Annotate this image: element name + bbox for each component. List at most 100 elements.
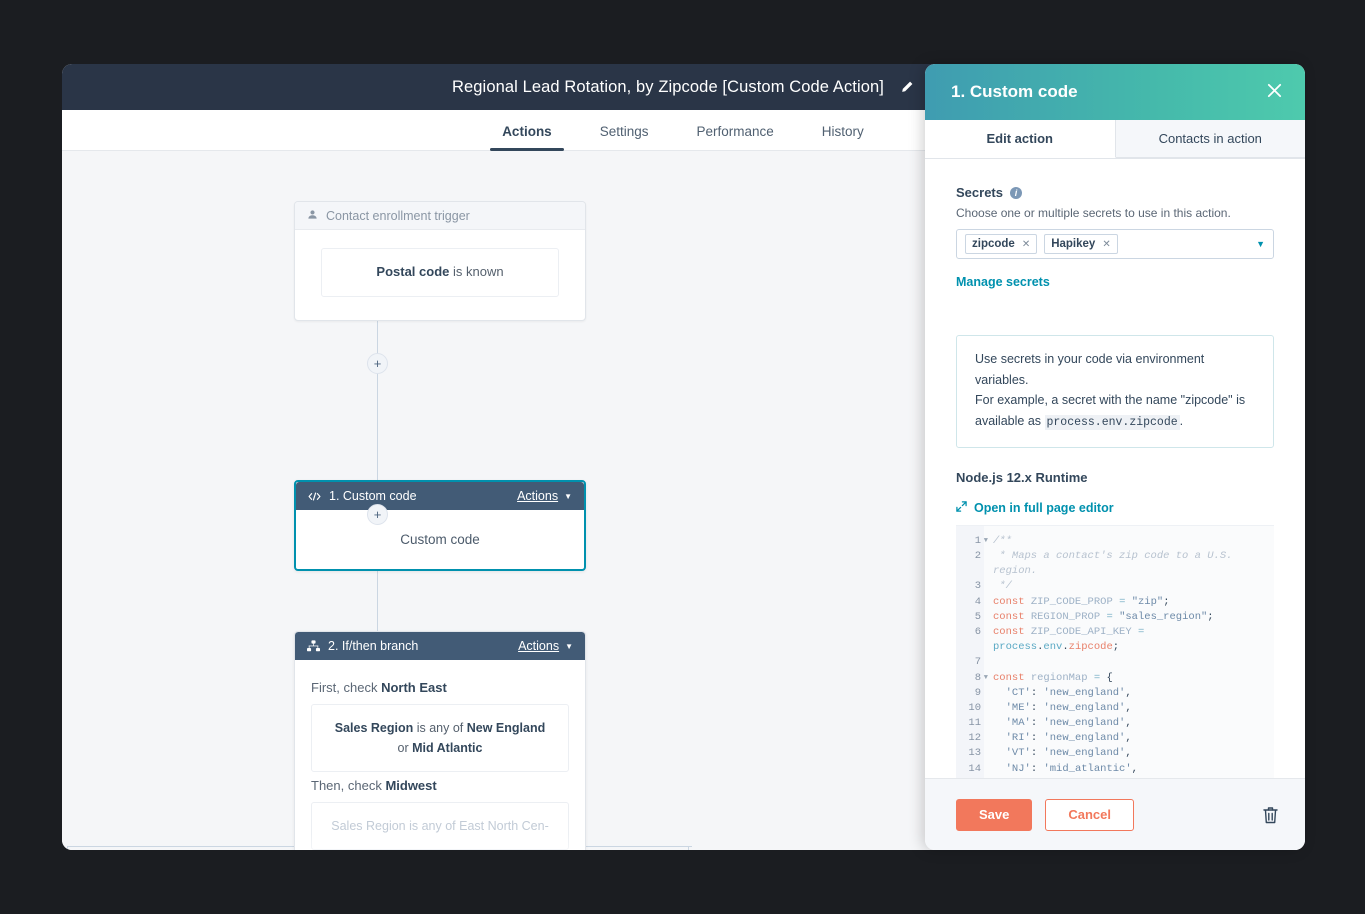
ifthen-branch-card[interactable]: 2. If/then branch Actions ▼ First, check…	[294, 631, 586, 850]
code-line-number: 2	[974, 550, 981, 563]
tab-contacts-in-action[interactable]: Contacts in action	[1115, 120, 1305, 158]
connector-line	[377, 321, 378, 480]
code-line-number	[956, 640, 981, 655]
tab-settings[interactable]: Settings	[576, 124, 673, 150]
code-line-number: 7	[974, 656, 981, 669]
connector-line	[67, 846, 68, 850]
branch-first-label-prefix: First, check	[311, 680, 382, 695]
code-line-number: 1 ▼	[956, 534, 988, 549]
manage-secrets-link[interactable]: Manage secrets	[956, 275, 1050, 289]
panel-body: Secrets i Choose one or multiple secrets…	[925, 159, 1305, 778]
callout-line-1: Use secrets in your code via environment…	[975, 352, 1205, 387]
code-line-number: 6	[974, 625, 981, 638]
trigger-card-header: Contact enrollment trigger	[295, 202, 585, 230]
code-line: 'CT': 'new_england',	[1005, 686, 1132, 699]
code-line-number: 5	[974, 610, 981, 623]
tab-contacts-in-action-label: Contacts in action	[1158, 131, 1262, 146]
branch-actions-menu[interactable]: Actions ▼	[518, 639, 573, 653]
custom-code-card-title: 1. Custom code	[329, 489, 417, 503]
code-line: const regionMap = {	[993, 671, 1113, 684]
branch-first-condition[interactable]: Sales Region is any of New England or Mi…	[311, 704, 569, 772]
code-line: 'RI': 'new_england',	[1005, 732, 1132, 745]
secret-token-hapikey[interactable]: Hapikey ✕	[1044, 234, 1118, 254]
code-line: */	[993, 580, 1012, 593]
trigger-condition[interactable]: Postal code is known	[321, 248, 559, 297]
info-icon[interactable]: i	[1009, 186, 1022, 199]
page-title: Regional Lead Rotation, by Zipcode [Cust…	[451, 77, 884, 96]
code-icon	[308, 491, 321, 502]
tab-performance[interactable]: Performance	[672, 124, 797, 150]
remove-token-icon[interactable]: ✕	[1022, 239, 1030, 250]
trash-icon[interactable]	[1262, 806, 1279, 824]
connector-line	[377, 571, 378, 631]
code-line: /**	[993, 534, 1012, 547]
cancel-button-label: Cancel	[1068, 807, 1112, 822]
cancel-button[interactable]: Cancel	[1045, 798, 1135, 831]
code-editor-gutter: 1▼2345678▼9101112131415161718	[956, 525, 988, 778]
open-full-page-editor[interactable]: Open in full page editor	[956, 499, 1274, 517]
secrets-select[interactable]: zipcode ✕ Hapikey ✕ ▼	[956, 229, 1274, 259]
code-line: 'VT': 'new_england',	[1005, 747, 1132, 760]
code-editor-content[interactable]: /** * Maps a contact's zip code to a U.S…	[984, 525, 1274, 778]
code-fold-icon[interactable]: ▼	[984, 534, 988, 549]
branch-then-condition-text: Sales Region is any of East North Cen-	[331, 819, 549, 833]
custom-code-card-body: Custom code	[296, 510, 584, 569]
code-line-number: 11	[968, 717, 981, 730]
custom-code-actions-menu[interactable]: Actions ▼	[517, 489, 572, 503]
callout-line-3: available as	[975, 413, 1045, 428]
code-line-number: 14	[968, 762, 981, 775]
tab-edit-action[interactable]: Edit action	[925, 120, 1116, 158]
add-step-button[interactable]: +	[367, 504, 388, 525]
panel-title: 1. Custom code	[951, 82, 1078, 101]
custom-code-card-body-label: Custom code	[400, 532, 480, 547]
code-line: const ZIP_CODE_API_KEY =	[993, 625, 1145, 638]
tab-history[interactable]: History	[798, 124, 888, 150]
custom-code-edit-panel: 1. Custom code Edit action Contacts in a…	[925, 64, 1305, 850]
runtime-label: Node.js 12.x Runtime	[956, 469, 1088, 485]
tab-history-label: History	[821, 124, 864, 139]
remove-token-icon[interactable]: ✕	[1102, 239, 1110, 250]
code-line-number	[956, 564, 981, 579]
tab-actions-label: Actions	[502, 124, 552, 139]
branch-actions-label: Actions	[518, 639, 560, 653]
custom-code-card-header: 1. Custom code Actions ▼	[296, 482, 584, 510]
code-line: region.	[993, 565, 1038, 578]
secrets-label-text: Secrets	[956, 185, 1003, 200]
custom-code-actions-label: Actions	[517, 489, 559, 503]
panel-header: 1. Custom code	[925, 64, 1305, 120]
secret-token-zipcode[interactable]: zipcode ✕	[965, 234, 1038, 254]
add-step-button[interactable]: +	[367, 353, 388, 374]
code-line-number: 3	[974, 580, 981, 593]
tab-edit-action-label: Edit action	[986, 131, 1053, 146]
contact-trigger-icon	[307, 209, 318, 223]
code-line: const ZIP_CODE_PROP = "zip";	[993, 595, 1170, 608]
code-line: 'NJ': 'mid_atlantic',	[1005, 762, 1138, 775]
code-fold-icon[interactable]: ▼	[984, 671, 988, 686]
chevron-down-icon[interactable]: ▼	[1256, 239, 1265, 249]
branch-card-title: 2. If/then branch	[328, 639, 419, 653]
panel-tabbar: Edit action Contacts in action	[925, 120, 1305, 159]
close-icon[interactable]	[1266, 82, 1283, 103]
code-editor[interactable]: 1▼2345678▼9101112131415161718 /** * Maps…	[956, 524, 1274, 778]
trigger-condition-operator: is known	[449, 264, 504, 279]
branch-then-label-prefix: Then, check	[311, 778, 386, 793]
trigger-condition-property: Postal code	[376, 264, 450, 279]
secrets-label: Secrets i	[956, 185, 1274, 200]
contact-enrollment-trigger-card[interactable]: Contact enrollment trigger Postal code i…	[294, 201, 586, 321]
tab-actions[interactable]: Actions	[478, 124, 576, 151]
branch-first-operator: is any of	[413, 721, 467, 735]
pencil-icon[interactable]	[900, 80, 914, 94]
custom-code-action-card[interactable]: 1. Custom code Actions ▼ Custom code	[294, 480, 586, 571]
secrets-help-text: Choose one or multiple secrets to use in…	[956, 206, 1231, 220]
branch-first-value-2: Mid Atlantic	[412, 741, 483, 755]
callout-line-4: .	[1179, 413, 1184, 428]
code-line: 'MA': 'new_england',	[1005, 717, 1132, 730]
branch-first-label-name: North East	[381, 680, 447, 695]
code-line: * Maps a contact's zip code to a U.S.	[993, 550, 1233, 563]
chevron-down-icon: ▼	[565, 641, 573, 651]
branch-first-label: First, check North East	[311, 680, 569, 695]
save-button[interactable]: Save	[956, 798, 1033, 831]
callout-code-sample: process.env.zipcode	[1044, 414, 1180, 430]
code-line: process.env.zipcode;	[993, 641, 1120, 654]
